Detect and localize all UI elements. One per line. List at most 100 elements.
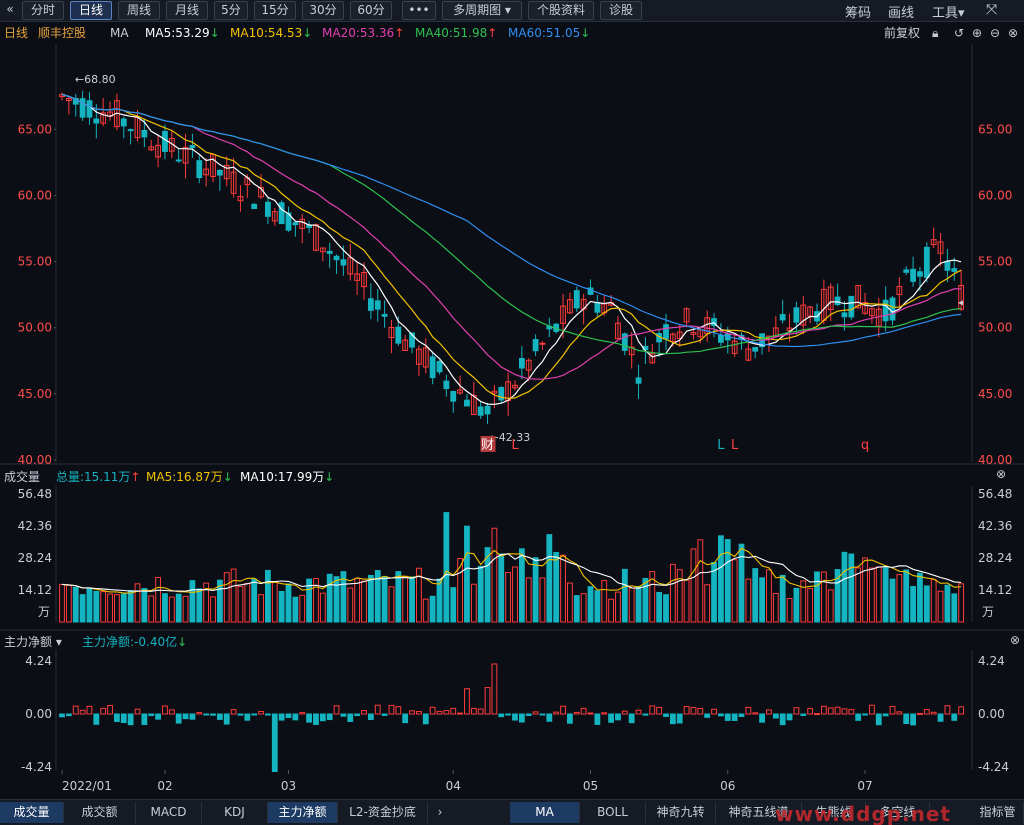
kline-chart[interactable]: 65.00 65.00 60.00 60.00 55.00 55.00 50.00 50.00…: [0, 0, 1024, 799]
volume-bar: [189, 580, 196, 623]
candle-body: [175, 159, 182, 162]
volume-bar: [793, 587, 800, 623]
capital-bar: [731, 713, 738, 721]
volume-bar: [724, 539, 731, 623]
capital-bar: [196, 712, 203, 715]
tab-boll[interactable]: BOLL: [580, 802, 646, 823]
capital-bar: [457, 712, 463, 715]
candle-body: [889, 297, 896, 321]
volume-bar: [155, 577, 161, 623]
capital-bar: [59, 713, 65, 718]
volume-tick-right: 42.36: [978, 519, 1012, 533]
capital-bar: [930, 711, 937, 715]
capital-bar: [642, 713, 649, 716]
capital-bar: [615, 713, 621, 721]
capital-bar: [319, 713, 326, 722]
capital-bar: [546, 713, 553, 722]
chevron-right-icon[interactable]: ›: [430, 802, 450, 823]
capital-bar: [93, 713, 100, 725]
volume-bar: [182, 595, 189, 623]
volume-bar: [100, 591, 107, 623]
tab-volume[interactable]: 成交量: [0, 802, 64, 823]
tab-nine-turn[interactable]: 神奇九转: [646, 802, 716, 823]
volume-bar: [292, 596, 299, 623]
capital-bar: [553, 711, 560, 715]
tab-kdj[interactable]: KDJ: [202, 802, 268, 823]
volume-tick-left: 42.36: [18, 519, 52, 533]
tab-capital-flow[interactable]: 主力净额: [268, 802, 338, 823]
capital-bar: [265, 713, 271, 716]
volume-bar: [436, 578, 443, 623]
current-price-pointer-icon: ◂: [958, 297, 963, 308]
candle-body: [923, 246, 930, 278]
volume-bar: [910, 586, 916, 623]
volume-bar: [615, 591, 621, 623]
volume-bar: [381, 575, 388, 623]
volume-bar: [518, 548, 525, 623]
capital-bar: [162, 705, 168, 715]
volume-bar: [587, 586, 594, 623]
capital-bar: [381, 713, 388, 716]
candle-body: [752, 347, 759, 352]
price-tick-left: 60.00: [18, 188, 52, 202]
capital-tick-right: -4.24: [978, 760, 1009, 774]
capital-bar: [649, 705, 656, 715]
tab-l2-bottom[interactable]: L2-资金抄底: [338, 802, 428, 823]
volume-bar: [162, 593, 168, 623]
volume-bar: [395, 571, 402, 623]
capital-bar: [292, 713, 299, 721]
volume-bar: [601, 580, 608, 623]
volume-tick-left: 14.12: [18, 583, 52, 597]
capital-bar: [656, 706, 663, 715]
volume-bar: [759, 577, 765, 623]
price-tick-left: 50.00: [18, 321, 52, 335]
volume-bar: [141, 588, 148, 623]
candle-body: [93, 118, 100, 124]
tab-ma[interactable]: MA: [510, 802, 580, 823]
capital-bar: [271, 713, 278, 772]
volume-bar: [326, 573, 333, 623]
volume-bar: [278, 590, 285, 623]
candle-body: [429, 356, 436, 379]
volume-bar: [86, 587, 93, 623]
capital-bar: [429, 706, 436, 715]
candle-body: [265, 201, 271, 217]
capital-bar: [518, 713, 525, 723]
capital-bar: [800, 713, 807, 716]
capital-bar: [903, 713, 910, 725]
capital-bar: [141, 713, 148, 726]
capital-bar: [354, 713, 361, 716]
capital-bar: [361, 709, 367, 715]
tab-indicator-manage[interactable]: 指标管: [972, 802, 1024, 823]
capital-bar: [230, 709, 237, 715]
candle-body: [484, 405, 491, 415]
volume-bar: [285, 583, 292, 623]
candle-body: [518, 357, 525, 369]
volume-bar: [882, 567, 889, 623]
capital-bar: [951, 713, 958, 721]
ma20-line: [61, 93, 962, 380]
capital-bar: [86, 705, 93, 715]
candle-body: [162, 130, 168, 152]
volume-bar: [766, 569, 772, 623]
capital-bar: [388, 704, 395, 715]
volume-bar: [271, 581, 278, 623]
tab-amount[interactable]: 成交额: [64, 802, 136, 823]
capital-bar: [848, 709, 855, 715]
ma10-line: [61, 93, 962, 399]
candle-body: [834, 296, 841, 306]
volume-bar: [230, 568, 237, 623]
volume-unit-left: 万: [38, 605, 50, 619]
capital-bar: [745, 706, 752, 715]
candle-body: [848, 295, 855, 318]
event-marker: L: [511, 438, 519, 453]
volume-bar: [573, 595, 580, 623]
x-axis-label: 06: [720, 779, 735, 793]
volume-bar: [546, 534, 553, 623]
capital-bar: [711, 708, 717, 715]
price-tick-right: 55.00: [978, 255, 1012, 269]
tab-macd[interactable]: MACD: [136, 802, 202, 823]
volume-bar: [669, 563, 676, 623]
candle-body: [141, 129, 148, 138]
volume-bar: [937, 590, 944, 623]
